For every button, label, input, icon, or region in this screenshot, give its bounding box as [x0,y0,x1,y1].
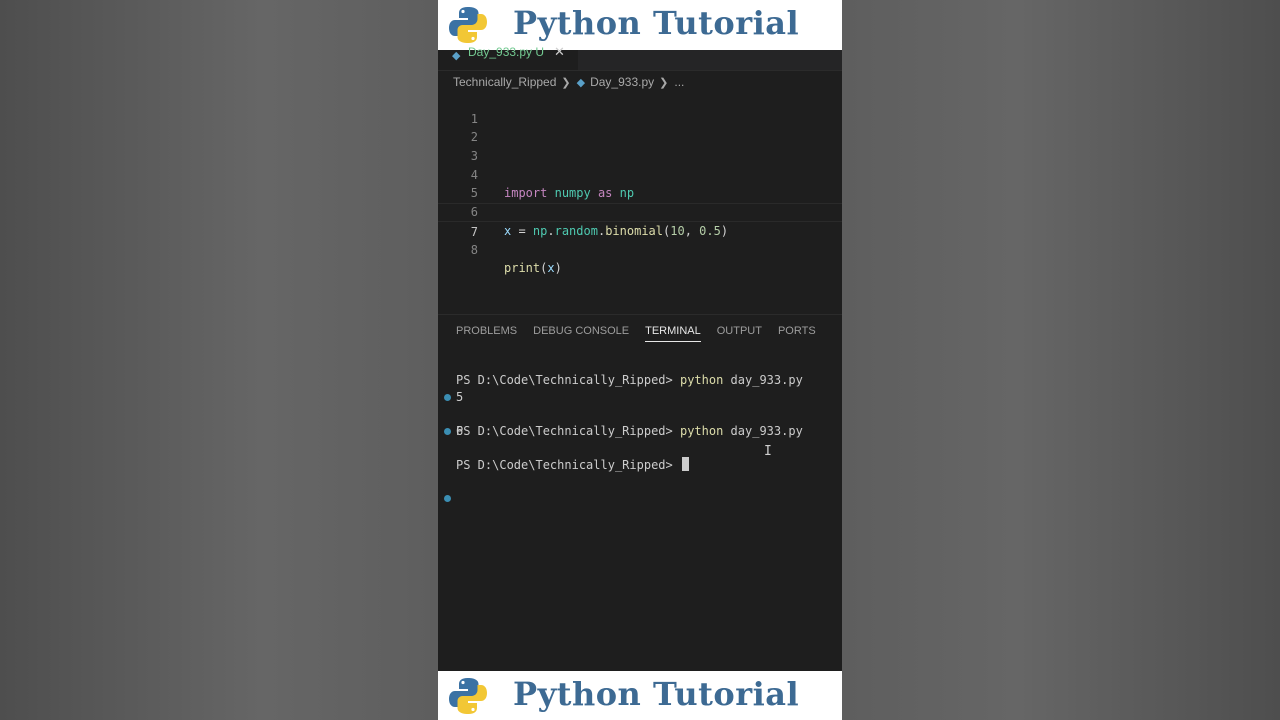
terminal-line: PS D:\Code\Technically_Ripped> [438,423,842,472]
code-line-active: 7 [438,203,842,239]
tab-terminal[interactable]: TERMINAL [645,325,701,342]
top-banner: Python Tutorial [438,0,842,50]
tab-label: Day_933.py U [468,45,545,59]
terminal[interactable]: PS D:\Code\Technically_Ripped> python da… [438,355,842,472]
tab-debug-console[interactable]: DEBUG CONSOLE [533,325,629,342]
background-left [0,0,438,720]
chevron-right-icon: ❯ [659,76,669,89]
banner-title: Python Tutorial [513,675,800,713]
panel-tabs: PROBLEMS DEBUG CONSOLE TERMINAL OUTPUT P… [456,325,832,342]
close-icon[interactable]: ✕ [554,45,565,60]
command-decoration-icon[interactable] [444,428,451,435]
breadcrumb-folder[interactable]: Technically_Ripped [453,75,556,89]
video-frame: Python Tutorial ◆ Day_933.py U ✕ Technic… [438,0,842,720]
editor-tab-bar: ◆ Day_933.py U ✕ [438,45,842,71]
bottom-panel: PROBLEMS DEBUG CONSOLE TERMINAL OUTPUT P… [438,314,842,672]
paren-close: ) [554,261,562,276]
banner-title: Python Tutorial [513,4,800,42]
code-line: 2 [438,110,842,144]
chevron-right-icon: ❯ [561,76,571,89]
code-line: 1 [438,91,842,126]
python-file-icon: ◆ [452,49,461,62]
terminal-line: PS D:\Code\Technically_Ripped> python da… [438,355,842,387]
code-line: 5 [438,166,842,200]
code-line: 6 x = np.random.binomial(10, 0.5) [438,184,842,238]
code-line: 4 import numpy as np [438,147,842,201]
breadcrumb-file[interactable]: Day_933.py [590,75,654,89]
bottom-banner: Python Tutorial [438,671,842,720]
terminal-cursor [681,457,689,471]
python-file-icon: ◆ [576,76,586,89]
function-print: print [504,261,541,276]
python-logo-icon [449,678,487,714]
terminal-prompt: PS D:\Code\Technically_Ripped> [456,458,680,472]
tab-problems[interactable]: PROBLEMS [456,325,517,342]
command-decoration-icon[interactable] [444,394,451,401]
breadcrumb-more[interactable]: ... [674,75,684,89]
code-text: print(x) [504,259,562,278]
terminal-line: PS D:\Code\Technically_Ripped> python da… [438,389,842,438]
tab-ports[interactable]: PORTS [778,325,816,342]
line-number: 8 [470,242,478,257]
background-right [842,0,1280,720]
variable-x: x [547,261,555,276]
terminal-output: 5 [438,372,842,404]
breadcrumb: Technically_Ripped ❯ ◆ Day_933.py ❯ ... [453,72,684,92]
tab-output[interactable]: OUTPUT [717,325,762,342]
command-decoration-icon[interactable] [444,495,451,502]
code-line: 8 print(x) [438,222,842,276]
terminal-output: 6 [438,406,842,438]
editor-tab-day-933[interactable]: ◆ Day_933.py U ✕ [438,45,578,70]
code-line: 3 [438,128,842,163]
code-editor[interactable]: 1 2 3 4 import numpy as np 5 6 x = np.ra… [438,91,842,276]
python-logo-icon [449,7,487,43]
text-cursor-icon: I [764,444,772,459]
